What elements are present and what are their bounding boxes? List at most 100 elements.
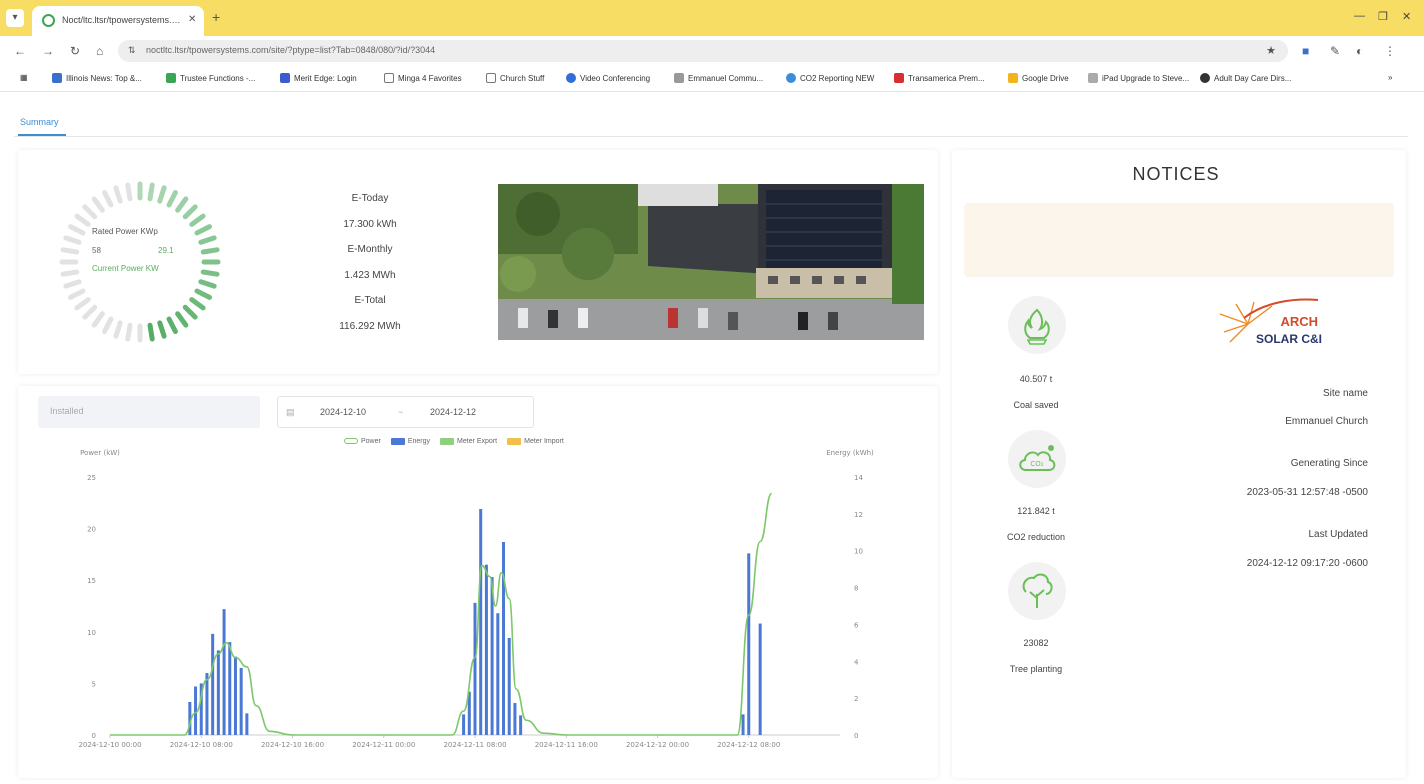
apps-grid-icon[interactable]: ▦ bbox=[20, 73, 28, 82]
bookmark-item[interactable]: Merit Edge: Login bbox=[280, 73, 357, 83]
site-info-icon[interactable]: ⇅ bbox=[128, 45, 136, 56]
co2-reduction-label: CO2 reduction bbox=[1006, 532, 1066, 542]
tab-close-icon[interactable]: ✕ bbox=[188, 14, 196, 25]
bookmark-item[interactable]: Google Drive bbox=[1008, 73, 1069, 83]
legend-meter-import-label: Meter Import bbox=[524, 437, 564, 445]
extension-icon[interactable]: ■ bbox=[1302, 44, 1309, 58]
gauge-tick bbox=[63, 279, 82, 289]
power-gauge: Rated Power KWp 58 29.1 Current Power KW bbox=[58, 180, 222, 344]
gauge-tick bbox=[68, 224, 86, 236]
bookmarks-overflow-icon[interactable]: » bbox=[1388, 73, 1392, 82]
energy-bar bbox=[496, 613, 500, 735]
bookmark-item[interactable]: CO2 Reporting NEW bbox=[786, 73, 874, 83]
e-today-value: 17.300 kWh bbox=[343, 218, 397, 230]
rated-power-value: 58 bbox=[92, 246, 101, 255]
legend-meter-import[interactable]: Meter Import bbox=[507, 437, 564, 445]
bookmark-label: Trustee Functions -... bbox=[180, 73, 256, 83]
browser-tab-active[interactable]: Noct/ltc.ltsr/tpowersystems.c... ✕ bbox=[32, 6, 204, 36]
bookmark-item[interactable]: Minga 4 Favorites bbox=[384, 73, 462, 83]
co2-badge-text: CO₂ bbox=[1030, 460, 1043, 468]
reload-icon[interactable]: ↻ bbox=[70, 44, 80, 58]
x-tick-label: 2024-12-12 08:00 bbox=[717, 741, 780, 749]
coal-icon bbox=[1024, 308, 1050, 345]
gauge-tick bbox=[198, 235, 217, 245]
device-select[interactable]: Installed bbox=[38, 396, 260, 428]
gauge-tick bbox=[182, 304, 198, 320]
gauge-tick bbox=[113, 320, 123, 339]
home-icon[interactable]: ⌂ bbox=[96, 44, 103, 58]
bookmark-label: Emmanuel Commu... bbox=[688, 73, 764, 83]
co2-cloud-icon: CO₂ bbox=[1019, 445, 1056, 471]
bookmark-label: Google Drive bbox=[1022, 73, 1069, 83]
menu-kebab-icon[interactable]: ⋮ bbox=[1384, 44, 1396, 58]
extension-2-icon[interactable]: ✎ bbox=[1330, 44, 1340, 58]
energy-bar bbox=[233, 656, 237, 735]
bookmark-item[interactable]: Illinois News: Top &... bbox=[52, 73, 142, 83]
site-favicon-icon bbox=[42, 14, 55, 27]
energy-bar bbox=[519, 715, 523, 735]
date-end[interactable]: 2024-12-12 bbox=[430, 407, 476, 417]
co2-reduction-value: 121.842 t bbox=[1017, 506, 1055, 516]
gauge-tick bbox=[189, 213, 206, 227]
legend-energy[interactable]: Energy bbox=[390, 437, 430, 445]
right-tick-label: 12 bbox=[854, 511, 863, 519]
bookmark-favicon-icon bbox=[566, 73, 576, 83]
gauge-tick bbox=[175, 196, 189, 213]
right-tick-label: 6 bbox=[854, 621, 859, 629]
left-axis-title: Power (kW) bbox=[80, 449, 120, 457]
legend-meter-export-label: Meter Export bbox=[457, 437, 498, 445]
profile-icon[interactable]: ◐ bbox=[1356, 44, 1363, 58]
notices-box bbox=[964, 203, 1394, 277]
energy-bar bbox=[194, 686, 198, 735]
bookmark-item[interactable]: Church Stuff bbox=[486, 73, 544, 83]
left-tick-label: 15 bbox=[87, 577, 96, 585]
date-range-picker[interactable]: ▤ 2024-12-10 ~ 2024-12-12 bbox=[277, 396, 534, 428]
folder-icon bbox=[384, 73, 394, 83]
bookmark-item[interactable]: Trustee Functions -... bbox=[166, 73, 255, 83]
gauge-tick bbox=[198, 279, 217, 289]
bookmark-item[interactable]: Emmanuel Commu... bbox=[674, 73, 763, 83]
e-total-label: E-Total bbox=[354, 295, 386, 307]
energy-bar bbox=[479, 508, 483, 735]
energy-stats: E-Today 17.300 kWh E-Monthly 1.423 MWh E… bbox=[310, 186, 430, 340]
tab-divider bbox=[14, 136, 1408, 137]
coal-icon-circle bbox=[1008, 296, 1066, 354]
bookmark-label: Merit Edge: Login bbox=[294, 73, 357, 83]
legend-power[interactable]: Power bbox=[344, 438, 381, 445]
browser-tab-strip: ▾ Noct/ltc.ltsr/tpowersystems.c... ✕ + —… bbox=[0, 0, 1424, 36]
x-tick-label: 2024-12-11 00:00 bbox=[352, 741, 415, 749]
bookmark-label: Transamerica Prem... bbox=[908, 73, 985, 83]
bookmark-item[interactable]: Adult Day Care Dirs... bbox=[1200, 73, 1291, 83]
bookmark-item[interactable]: iPad Upgrade to Steve... bbox=[1088, 73, 1189, 83]
tree-icon bbox=[1022, 573, 1053, 608]
new-tab-icon[interactable]: + bbox=[212, 9, 220, 25]
tab-search-icon[interactable]: ▾ bbox=[6, 9, 24, 27]
arch-solar-logo: ARCH SOLAR C&I bbox=[1214, 296, 1326, 354]
forward-icon[interactable]: → bbox=[42, 44, 54, 58]
close-window-icon[interactable]: ✕ bbox=[1402, 10, 1411, 23]
bookmark-favicon-icon bbox=[52, 73, 62, 83]
restore-icon[interactable]: ❐ bbox=[1378, 10, 1388, 23]
back-icon[interactable]: ← bbox=[14, 44, 26, 58]
power-line bbox=[110, 492, 773, 736]
gauge-tick bbox=[200, 269, 220, 277]
e-month-value: 1.423 MWh bbox=[344, 269, 396, 281]
gauge-tick bbox=[82, 304, 98, 320]
gauge-tick bbox=[147, 322, 155, 342]
legend-meter-export[interactable]: Meter Export bbox=[440, 437, 498, 445]
minimize-icon[interactable]: — bbox=[1354, 10, 1365, 22]
bookmark-star-icon[interactable]: ★ bbox=[1266, 44, 1276, 57]
date-start[interactable]: 2024-12-10 bbox=[320, 407, 366, 417]
last-updated-value: 2024-12-12 09:17:20 -0600 bbox=[1246, 558, 1368, 569]
gauge-tick bbox=[68, 288, 86, 300]
generating-since-value: 2023-05-31 12:57:48 -0500 bbox=[1246, 487, 1368, 498]
gauge-tick bbox=[157, 185, 167, 204]
gauge-tick bbox=[175, 311, 189, 328]
tab-summary[interactable]: Summary bbox=[20, 117, 59, 127]
bookmark-item[interactable]: Video Conferencing bbox=[566, 73, 650, 83]
current-power-label: Current Power KW bbox=[92, 264, 159, 273]
address-bar[interactable]: ⇅ noctltc.ltsr/tpowersystems.com/site/?p… bbox=[118, 40, 1288, 62]
bookmark-item[interactable]: Transamerica Prem... bbox=[894, 73, 985, 83]
site-name-value: Emmanuel Church bbox=[1285, 416, 1368, 427]
bookmark-label: Video Conferencing bbox=[580, 73, 651, 83]
